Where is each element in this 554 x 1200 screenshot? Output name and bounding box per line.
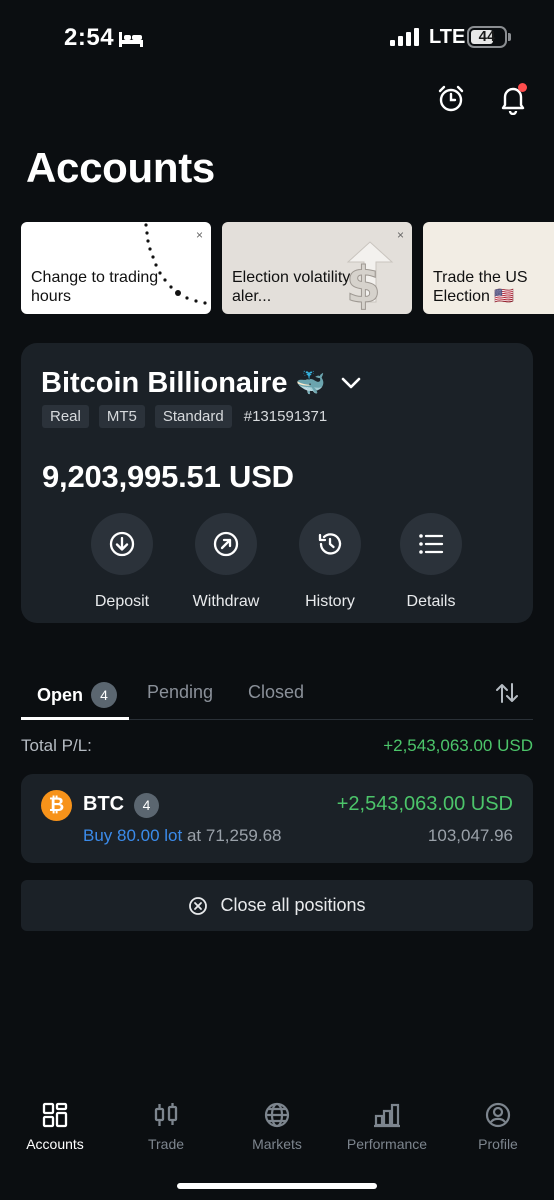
total-pl-value: +2,543,063.00 USD (383, 736, 533, 755)
promo-card-trading-hours[interactable]: × Change to trading hours (21, 222, 211, 314)
arrow-up-right-circle-icon (213, 531, 239, 557)
account-selector[interactable]: Bitcoin Billionaire 🐳 (41, 365, 361, 401)
status-time: 2:54 (64, 24, 115, 51)
nav-markets-label: Markets (252, 1136, 302, 1152)
globe-icon (264, 1102, 290, 1128)
history-icon (318, 533, 342, 555)
account-card: Bitcoin Billionaire 🐳 Real MT5 Standard … (21, 343, 533, 623)
nav-profile[interactable]: Profile (443, 1102, 553, 1152)
cellular-signal-icon (390, 28, 419, 46)
nav-performance[interactable]: Performance (332, 1102, 442, 1152)
account-name: Bitcoin Billionaire (41, 366, 288, 399)
user-circle-icon (485, 1102, 511, 1128)
notification-dot (518, 83, 527, 92)
promo-card-us-election[interactable]: Trade the US Election 🇺🇸 (423, 222, 554, 314)
account-number: #131591371 (243, 408, 328, 425)
nav-trade[interactable]: Trade (111, 1102, 221, 1152)
grid-icon (42, 1102, 68, 1128)
position-symbol: BTC (83, 793, 125, 815)
position-count-badge: 4 (134, 793, 159, 818)
price-alerts-button[interactable] (436, 84, 466, 114)
battery-icon: 44 (467, 26, 507, 48)
nav-performance-label: Performance (346, 1136, 428, 1152)
nav-accounts-label: Accounts (26, 1136, 84, 1152)
promo-text: Election volatility aler... (232, 269, 351, 305)
details-button[interactable]: Details (381, 513, 481, 611)
home-indicator[interactable] (177, 1183, 377, 1189)
account-balance: 9,203,995.51 USD (42, 459, 294, 494)
account-type-tag: Real (42, 405, 89, 428)
open-count-badge: 4 (91, 682, 118, 708)
position-pnl: +2,543,063.00 USD (336, 793, 513, 815)
deposit-button[interactable]: Deposit (72, 513, 172, 611)
sort-icon[interactable] (495, 682, 519, 704)
close-circle-icon (189, 896, 208, 915)
withdraw-label: Withdraw (192, 593, 260, 610)
status-bar: 2:54 LTE 44 (0, 0, 554, 80)
account-tags: Real MT5 Standard #131591371 (42, 405, 327, 428)
platform-tag: MT5 (98, 405, 145, 428)
bar-chart-icon (374, 1103, 400, 1128)
list-icon (419, 534, 444, 554)
arrow-down-circle-icon (109, 531, 135, 557)
history-label: History (305, 593, 355, 610)
deposit-label: Deposit (94, 593, 150, 610)
network-type: LTE (429, 26, 466, 48)
tab-open[interactable]: Open 4 (37, 682, 118, 708)
total-pl-row: Total P/L: +2,543,063.00 USD (21, 736, 533, 756)
position-card-btc[interactable]: ₿ BTC 4 +2,543,063.00 USD Buy 80.00 lot … (21, 774, 533, 863)
position-side-lot: Buy 80.00 lot (83, 826, 183, 845)
page-title: Accounts (26, 144, 215, 191)
close-all-positions-button[interactable]: Close all positions (21, 880, 533, 931)
promo-close-button[interactable]: × (196, 228, 203, 242)
position-current-price: 103,047.96 (427, 826, 513, 845)
history-button[interactable]: History (280, 513, 380, 611)
total-pl-label: Total P/L: (21, 736, 92, 755)
position-detail: Buy 80.00 lot at 71,259.68 (83, 826, 282, 846)
candlestick-icon (154, 1103, 178, 1126)
position-open-price: at 71,259.68 (182, 826, 282, 845)
account-emoji: 🐳 (295, 369, 326, 397)
details-label: Details (406, 593, 456, 610)
nav-trade-label: Trade (147, 1136, 185, 1152)
promo-text: Change to trading hours (31, 269, 159, 305)
close-all-label: Close all positions (220, 895, 366, 915)
promo-text: Trade the US Election 🇺🇸 (433, 269, 528, 305)
nav-markets[interactable]: Markets (222, 1102, 332, 1152)
tab-closed[interactable]: Closed (248, 682, 304, 703)
battery-tip (508, 33, 511, 41)
withdraw-button[interactable]: Withdraw (176, 513, 276, 611)
promo-close-button[interactable]: × (397, 228, 404, 242)
nav-profile-label: Profile (478, 1136, 518, 1152)
sleep-focus-icon (119, 32, 143, 47)
battery-level: 44 (478, 28, 496, 45)
notifications-button[interactable] (497, 83, 529, 115)
chevron-down-icon[interactable] (341, 377, 361, 389)
promo-carousel[interactable]: × Change to trading hours $ × Election v… (0, 222, 554, 314)
nav-accounts[interactable]: Accounts (0, 1102, 110, 1152)
bitcoin-icon: ₿ (41, 790, 72, 821)
account-class-tag: Standard (154, 405, 232, 428)
alarm-clock-icon (438, 85, 464, 112)
tab-open-label: Open (37, 684, 84, 705)
active-tab-indicator (21, 717, 129, 720)
positions-tabs: Open 4 Pending Closed (21, 670, 533, 720)
tab-pending[interactable]: Pending (147, 682, 213, 703)
promo-card-election-volatility[interactable]: $ × Election volatility aler... (222, 222, 412, 314)
